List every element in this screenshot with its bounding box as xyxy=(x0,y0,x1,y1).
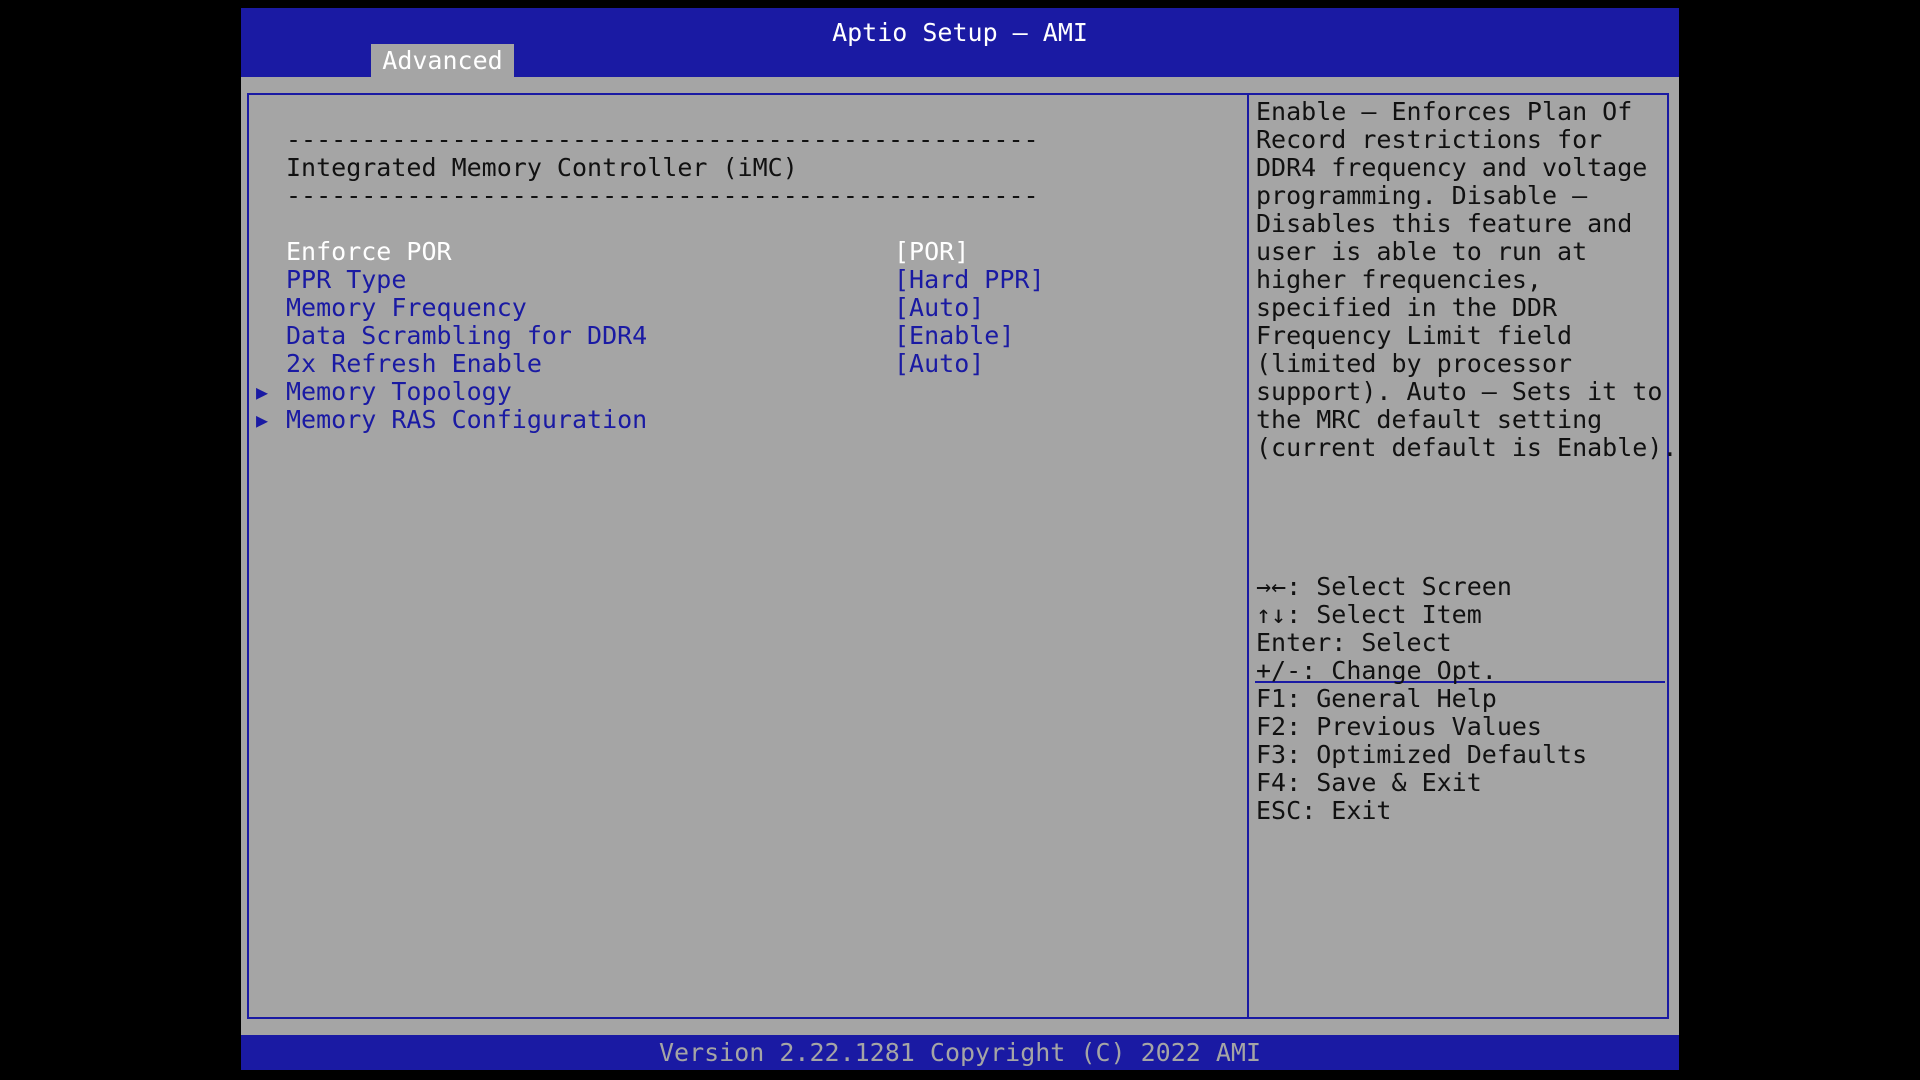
version-text: Version 2.22.1281 Copyright (C) 2022 AMI xyxy=(658,1038,1262,1067)
separator-bottom: ----------------------------------------… xyxy=(286,181,1039,210)
footer-bar: Version 2.22.1281 Copyright (C) 2022 AMI xyxy=(241,1035,1679,1070)
tab-advanced[interactable]: Advanced xyxy=(371,44,514,78)
submenu-memory-ras-configuration[interactable]: Memory RAS Configuration xyxy=(286,403,647,437)
setting-2x-refresh-value[interactable]: [Auto] xyxy=(894,347,984,381)
up-down-arrows-icon: ↑↓: xyxy=(1256,600,1302,629)
title-bar: Aptio Setup – AMI Advanced xyxy=(241,8,1679,78)
vertical-divider xyxy=(1247,95,1249,1017)
bios-screen: Aptio Setup – AMI Advanced -------------… xyxy=(241,8,1679,1070)
left-right-arrows-icon: →←: xyxy=(1256,572,1302,601)
content-frame: ----------------------------------------… xyxy=(247,93,1677,1019)
submenu-arrow-icon: ▶ xyxy=(256,408,269,432)
help-line: (current default is Enable). xyxy=(1256,433,1678,462)
key-esc: ESC: Exit xyxy=(1256,796,1392,825)
